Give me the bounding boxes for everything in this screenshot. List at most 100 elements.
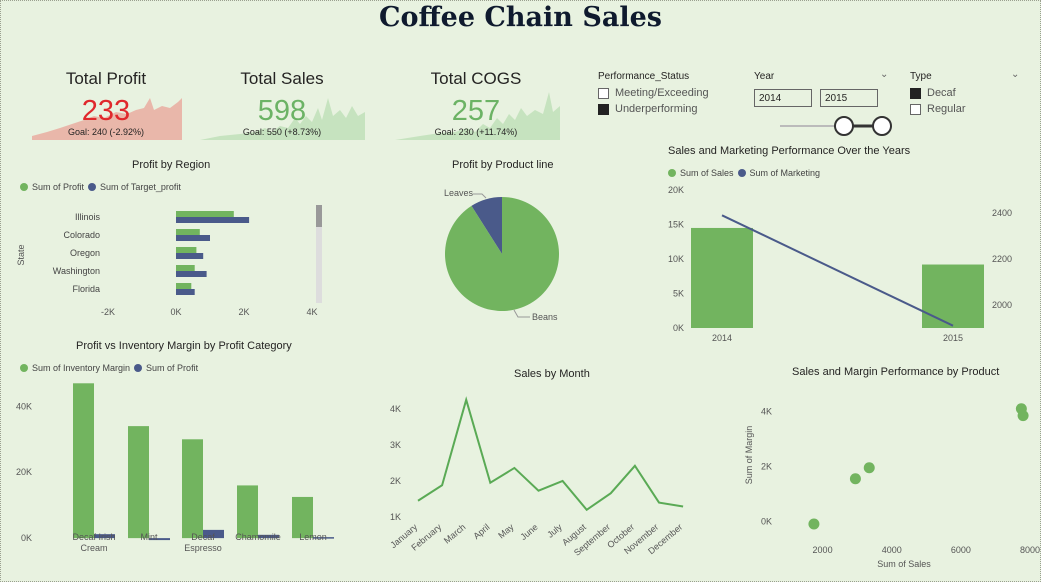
- y-axis-label: Sum of Margin: [744, 426, 754, 485]
- bar: [176, 289, 195, 295]
- x-tick-label: 8000: [1020, 545, 1040, 555]
- chart-profit-by-product-line: Leaves Beans: [444, 188, 559, 322]
- chart-title-product-line: Profit by Product line: [452, 159, 554, 171]
- x-tick-label: Decaf: [191, 532, 215, 542]
- x-tick-label: April: [471, 522, 491, 541]
- x-tick-label: May: [496, 522, 516, 541]
- x-tick-label: 2K: [238, 307, 249, 317]
- legend-label: Sum of Inventory Margin: [32, 363, 131, 373]
- bar: [176, 253, 204, 259]
- pie-leader-line: [513, 309, 530, 318]
- legend-swatch: [88, 183, 97, 191]
- x-tick-label: Lemon: [299, 532, 327, 542]
- chart-sales-margin-by-product: 0K 2K 4K 2000 4000 6000 8000 Sum of Sales Sum of…: [744, 403, 1040, 569]
- x-tick-label: -2K: [101, 307, 115, 317]
- type-chevron-down-icon[interactable]: ⌄: [1011, 69, 1019, 80]
- category-label: Florida: [72, 284, 100, 294]
- legend-label: Sum of Profit: [146, 363, 199, 373]
- chart-sales-by-month: 1K2K3K4KJanuaryFebruaryMarch April May June…: [388, 396, 684, 558]
- kpi-sales-title: Total Sales: [240, 69, 324, 88]
- type-option-regular[interactable]: Regular: [910, 103, 966, 115]
- legend-profit-region: Sum of Profit Sum of Target_profit: [20, 182, 181, 192]
- kpi-sales-goal: Goal: 550 (+8.73%): [242, 127, 322, 137]
- kpi-profit-value: 233: [81, 95, 131, 127]
- x-tick-label: 2015: [943, 333, 963, 343]
- pie-label: Beans: [532, 312, 558, 322]
- option-label: Regular: [927, 103, 966, 115]
- year-range-slider[interactable]: [780, 114, 900, 138]
- report-title: Coffee Chain Sales: [379, 2, 662, 33]
- checkbox-underperforming[interactable]: [598, 103, 609, 115]
- kpi-profit-title: Total Profit: [65, 69, 147, 88]
- y-tick-label: 2K: [390, 476, 401, 486]
- x-tick-label: 2014: [712, 333, 732, 343]
- bar: [73, 383, 94, 539]
- kpi-cogs-title: Total COGS: [430, 69, 522, 88]
- y-tick-label: 40K: [16, 401, 32, 411]
- y2-tick-label: 2400: [992, 208, 1012, 218]
- year-from-input[interactable]: 2014: [754, 89, 812, 107]
- y-tick-label: 0K: [673, 323, 684, 333]
- y-axis-label: State: [16, 244, 26, 265]
- chart-title-profit-inventory: Profit vs Inventory Margin by Profit Cat…: [76, 340, 292, 352]
- y-tick-label: 4K: [390, 404, 401, 414]
- kpi-cogs-value: 257: [451, 95, 501, 127]
- x-tick-label: Decaf Irish: [72, 532, 115, 542]
- performance-option-underperforming[interactable]: Underperforming: [598, 103, 698, 115]
- bar: [182, 439, 203, 539]
- performance-option-meeting[interactable]: Meeting/Exceeding: [598, 87, 709, 99]
- bar: [176, 211, 234, 217]
- type-option-decaf[interactable]: Decaf: [910, 87, 956, 99]
- category-label: Colorado: [63, 230, 100, 240]
- legend-swatch: [20, 364, 28, 372]
- bar: [237, 485, 258, 539]
- bar: [176, 283, 192, 289]
- x-tick-label: 0K: [170, 307, 181, 317]
- year-chevron-down-icon[interactable]: ⌄: [880, 69, 888, 80]
- year-slicer-title: Year: [754, 71, 775, 82]
- y-tick-label: 20K: [16, 467, 32, 477]
- y-tick-label: 2K: [761, 461, 772, 471]
- year-to-input[interactable]: 2015: [820, 89, 878, 107]
- legend-profit-inventory: Sum of Inventory Margin Sum of Profit: [20, 363, 198, 373]
- x-tick-label: Espresso: [184, 543, 222, 553]
- x-axis-label: Sum of Sales: [877, 559, 931, 569]
- y-tick-label: 3K: [390, 440, 401, 450]
- category-label: Oregon: [70, 248, 100, 258]
- scatter-point: [863, 462, 875, 474]
- bar: [176, 247, 197, 253]
- x-tick-label: 6000: [951, 545, 971, 555]
- slider-handle-end: [872, 116, 892, 136]
- y2-tick-label: 2000: [992, 300, 1012, 310]
- slider-handle-start: [834, 116, 854, 136]
- pie-slice: [445, 197, 559, 311]
- legend-label: Sum of Target_profit: [100, 182, 181, 192]
- chart-title-sales-month: Sales by Month: [514, 368, 590, 380]
- kpi-profit-goal: Goal: 240 (-2.92%): [67, 127, 145, 137]
- legend-swatch: [20, 183, 28, 191]
- bar: [176, 229, 200, 235]
- chart-profit-vs-inventory: 0K 20K 40K Decaf IrishCream Mint DecafEspress…: [16, 383, 334, 553]
- y-tick-label: 0K: [761, 516, 772, 526]
- checkbox-decaf[interactable]: [910, 87, 921, 99]
- bar: [176, 217, 250, 223]
- bar: [691, 227, 753, 328]
- legend-swatch: [737, 169, 746, 177]
- x-tick-label: 2000: [813, 545, 833, 555]
- category-label: Washington: [53, 266, 100, 276]
- bar: [128, 426, 149, 539]
- legend-label: Sum of Profit: [32, 182, 85, 192]
- y-tick-label: 15K: [668, 220, 684, 230]
- y-tick-label: 20K: [668, 185, 684, 195]
- kpi-cogs-goal: Goal: 230 (+11.74%): [434, 127, 518, 137]
- x-tick-label: March: [442, 522, 468, 546]
- checkbox-meeting[interactable]: [598, 87, 609, 99]
- y2-tick-label: 2200: [992, 254, 1012, 264]
- y-tick-label: 1K: [390, 512, 401, 522]
- scatter-point: [1017, 410, 1029, 422]
- x-tick-label: Chamomile: [235, 532, 281, 542]
- chart-title-sales-margin: Sales and Margin Performance by Product: [792, 366, 1000, 378]
- bar: [176, 265, 195, 271]
- checkbox-regular[interactable]: [910, 103, 921, 115]
- scatter-point: [808, 518, 820, 530]
